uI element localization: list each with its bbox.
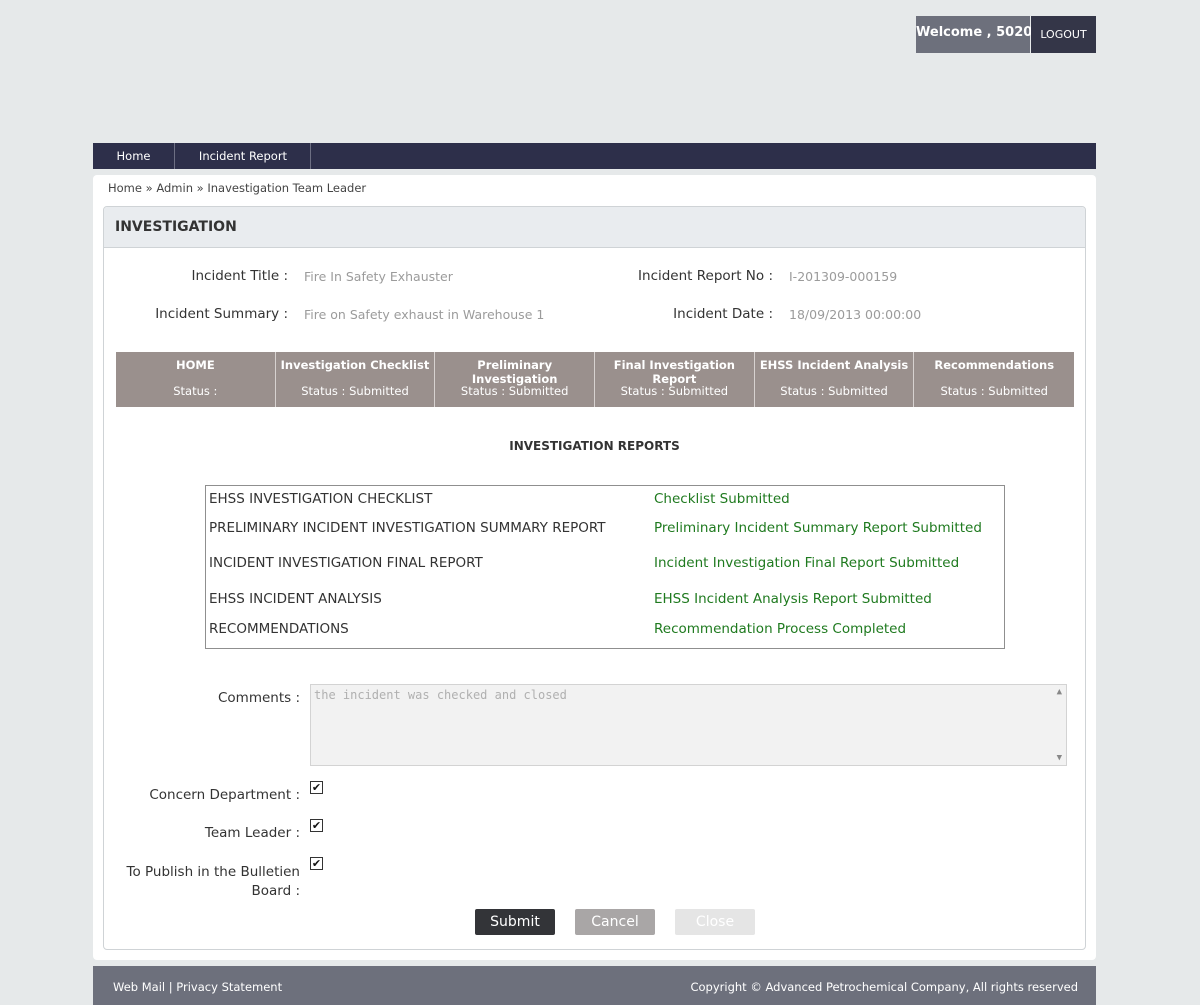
tab-status: Status : Submitted	[940, 384, 1048, 398]
report-name: PRELIMINARY INCIDENT INVESTIGATION SUMMA…	[209, 520, 606, 536]
breadcrumb-home[interactable]: Home	[108, 181, 142, 195]
team-leader-label: Team Leader :	[204, 825, 300, 841]
close-button[interactable]: Close	[675, 909, 755, 935]
tab-final-investigation-report[interactable]: Final Investigation Report Status : Subm…	[595, 352, 755, 407]
scroll-down-icon[interactable]: ▼	[1057, 753, 1062, 763]
incident-report-no-value: I-201309-000159	[789, 269, 898, 284]
incident-date-label: Incident Date :	[673, 306, 773, 322]
tab-title: Investigation Checklist	[280, 358, 430, 372]
tab-title: Recommendations	[934, 358, 1055, 372]
tab-title: EHSS Incident Analysis	[759, 358, 909, 372]
tab-recommendations[interactable]: Recommendations Status : Submitted	[914, 352, 1074, 407]
reports-table: EHSS INVESTIGATION CHECKLIST Checklist S…	[205, 485, 1005, 649]
tab-title: Final Investigation Report	[613, 358, 735, 386]
incident-date-value: 18/09/2013 00:00:00	[789, 307, 922, 322]
publish-bulletin-checkbox[interactable]: ✔	[310, 857, 323, 870]
tab-home[interactable]: HOME Status :	[116, 352, 276, 407]
tab-status: Status : Submitted	[301, 384, 409, 398]
welcome-badge: Welcome , 50202	[916, 16, 1041, 53]
breadcrumb: Home » Admin » Inavestigation Team Leade…	[108, 181, 366, 195]
comments-textarea[interactable]: the incident was checked and closed ▲ ▼	[310, 684, 1067, 766]
concern-department-checkbox[interactable]: ✔	[310, 781, 323, 794]
report-status: Incident Investigation Final Report Subm…	[654, 555, 960, 571]
nav-home[interactable]: Home	[93, 143, 175, 169]
submit-button[interactable]: Submit	[475, 909, 555, 935]
main-content: Home » Admin » Inavestigation Team Leade…	[93, 175, 1096, 960]
tab-status: Status :	[173, 384, 218, 398]
report-name: RECOMMENDATIONS	[209, 621, 349, 637]
publish-label-line2: Board :	[251, 883, 300, 899]
tab-investigation-checklist[interactable]: Investigation Checklist Status : Submitt…	[276, 352, 436, 407]
report-status: Preliminary Incident Summary Report Subm…	[654, 520, 982, 536]
tab-status: Status : Submitted	[460, 384, 569, 398]
incident-title-label: Incident Title :	[191, 268, 289, 284]
main-nav: Home Incident Report	[93, 143, 1096, 169]
breadcrumb-separator: »	[145, 181, 153, 195]
footer: Web Mail | Privacy Statement Copyright ©…	[93, 966, 1096, 1005]
tab-status: Status : Submitted	[780, 384, 888, 398]
concern-department-label: Concern Department :	[149, 787, 300, 803]
comments-label: Comments :	[217, 690, 300, 706]
privacy-statement-link[interactable]: Privacy Statement	[176, 980, 282, 994]
tab-title: HOME	[175, 358, 215, 372]
breadcrumb-admin[interactable]: Admin	[156, 181, 193, 195]
breadcrumb-separator: »	[196, 181, 204, 195]
tab-preliminary-investigation[interactable]: Preliminary Investigation Status : Submi…	[435, 352, 596, 407]
logout-button[interactable]: LOGOUT	[1031, 16, 1096, 53]
report-name: INCIDENT INVESTIGATION FINAL REPORT	[209, 555, 483, 571]
panel-title: INVESTIGATION	[104, 207, 1085, 248]
tab-status: Status : Submitted	[620, 384, 729, 398]
report-name: EHSS INCIDENT ANALYSIS	[209, 591, 382, 607]
tab-ehss-incident-analysis[interactable]: EHSS Incident Analysis Status : Submitte…	[755, 352, 915, 407]
publish-label-line1: To Publish in the Bulletien	[126, 864, 301, 880]
footer-separator: |	[168, 980, 173, 994]
report-status: Checklist Submitted	[654, 491, 790, 507]
nav-incident-report[interactable]: Incident Report	[176, 143, 311, 169]
copyright-text: Copyright © Advanced Petrochemical Compa…	[690, 980, 1078, 994]
cancel-button[interactable]: Cancel	[575, 909, 655, 935]
incident-summary-value: Fire on Safety exhaust in Warehouse 1	[304, 307, 545, 322]
breadcrumb-current: Inavestigation Team Leader	[207, 181, 367, 195]
incident-report-no-label: Incident Report No :	[638, 268, 773, 284]
footer-links: Web Mail | Privacy Statement	[113, 980, 282, 994]
web-mail-link[interactable]: Web Mail	[113, 980, 165, 994]
report-status: EHSS Incident Analysis Report Submitted	[654, 591, 932, 607]
incident-summary-label: Incident Summary :	[155, 306, 288, 322]
report-status: Recommendation Process Completed	[654, 621, 907, 637]
scroll-up-icon[interactable]: ▲	[1057, 687, 1062, 697]
reports-title: INVESTIGATION REPORTS	[509, 439, 680, 453]
comments-text: the incident was checked and closed	[314, 688, 567, 702]
report-name: EHSS INVESTIGATION CHECKLIST	[209, 491, 433, 507]
tab-title: Preliminary Investigation	[471, 358, 558, 386]
workflow-tabs: HOME Status : Investigation Checklist St…	[116, 352, 1074, 407]
team-leader-checkbox[interactable]: ✔	[310, 819, 323, 832]
publish-bulletin-label: To Publish in the Bulletien Board :	[127, 863, 301, 901]
incident-title-value: Fire In Safety Exhauster	[304, 269, 453, 284]
